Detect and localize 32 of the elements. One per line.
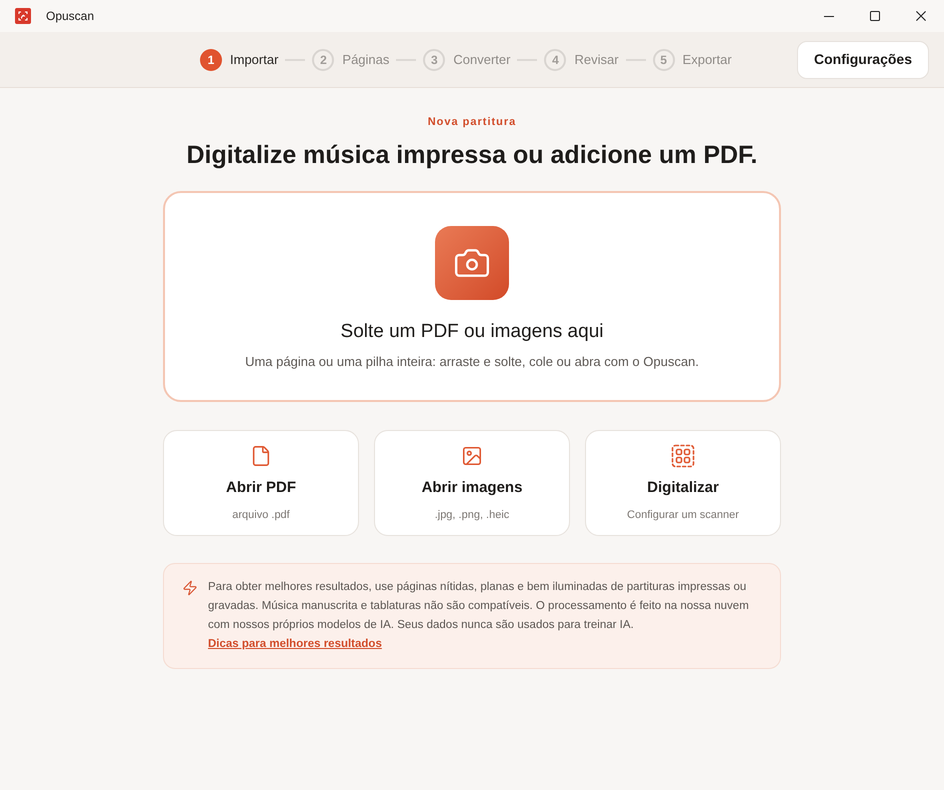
maximize-icon (870, 11, 880, 21)
action-card[interactable]: Abrir PDF arquivo .pdf (163, 430, 359, 536)
action-subtitle: Configurar um scanner (627, 508, 739, 523)
step-label[interactable]: Importar (230, 50, 278, 70)
settings-button[interactable]: Configurações (796, 40, 929, 78)
scan-frame-icon (671, 444, 695, 468)
action-card[interactable]: Digitalizar Configurar um scanner (585, 430, 781, 536)
tips-link[interactable]: Dicas para melhores resultados (208, 638, 382, 650)
step-number: 4 (544, 48, 566, 70)
action-title: Abrir imagens (422, 478, 522, 498)
action-title: Abrir PDF (226, 478, 296, 498)
drop-zone[interactable]: Solte um PDF ou imagens aqui Uma página ou uma pilha inteira: arraste e solte, cole ou abra com o Opuscan. (163, 190, 781, 402)
window-title: Opuscan (46, 8, 94, 25)
step-number: 3 (423, 48, 446, 70)
drop-zone-title: Solte um PDF ou imagens aqui (340, 320, 604, 344)
action-subtitle: arquivo .pdf (232, 508, 290, 523)
camera-icon (435, 226, 509, 300)
page-heading: Digitalize música impressa ou adicione um PDF. (186, 140, 758, 170)
close-icon (916, 11, 926, 21)
image-icon (461, 444, 483, 466)
action-card[interactable]: Abrir imagens .jpg, .png, .heic (374, 430, 570, 536)
file-icon (250, 444, 272, 466)
eyebrow-label: Nova partitura (428, 115, 516, 130)
step-number: 1 (200, 48, 222, 70)
action-title: Digitalizar (647, 478, 719, 498)
app-logo-icon (15, 8, 31, 24)
lightning-icon (182, 580, 198, 596)
step-number: 2 (312, 48, 334, 70)
action-subtitle: .jpg, .png, .heic (434, 508, 510, 523)
notice-text: Para obter melhores resultados, use páginas nítidas, planas e bem iluminadas de partituras impressas ou gravadas. Música manuscrita e tablaturas não são compatíveis. O processamento é feito na nossa nuvem com nossos próprios modelos de IA. Seus dados nunca são usados para treinar IA. Dicas para melhores resultados (208, 580, 750, 652)
drop-zone-subtitle: Uma página ou uma pilha inteira: arraste e solte, cole ou abra com o Opuscan. (245, 353, 699, 371)
step-number: 5 (652, 48, 675, 70)
